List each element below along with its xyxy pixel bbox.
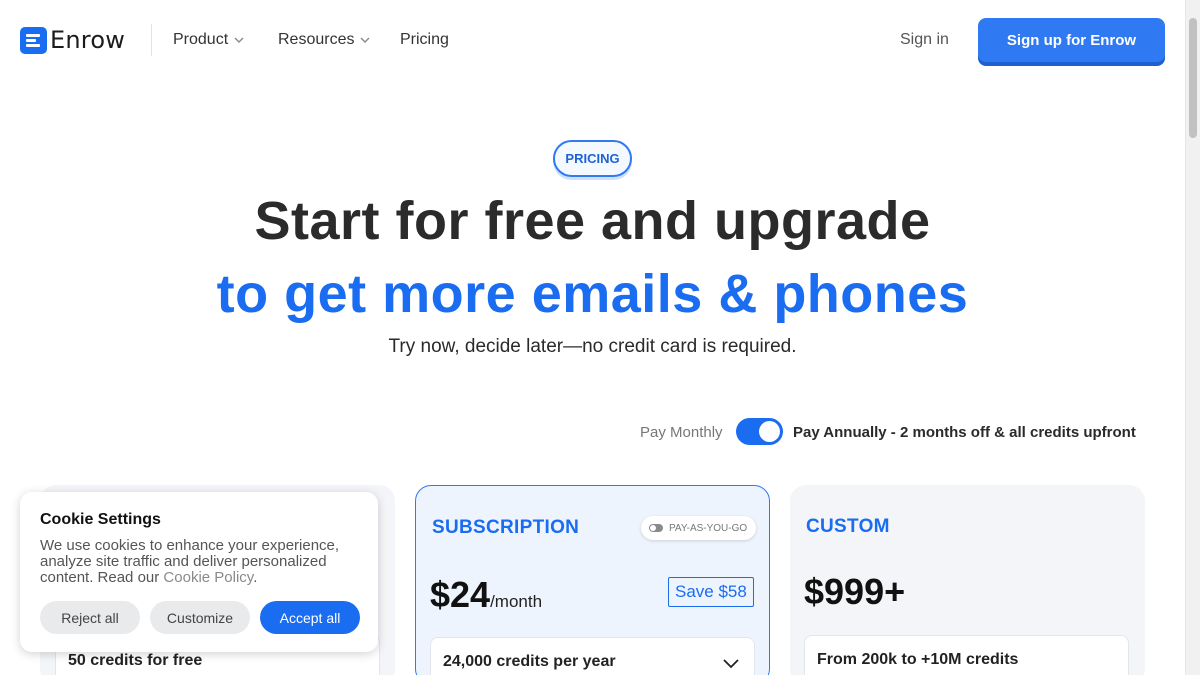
nav-resources-label: Resources <box>278 31 355 48</box>
custom-credits-text: From 200k to +10M credits <box>817 651 1019 668</box>
cookie-title: Cookie Settings <box>40 511 161 528</box>
page-scrollbar[interactable] <box>1185 0 1200 675</box>
brand-name: Enrow <box>50 26 126 54</box>
plan-card-custom: CUSTOM $999+ From 200k to +10M credits <box>790 485 1145 675</box>
nav-product-label: Product <box>173 31 229 48</box>
toggle-off-icon <box>649 524 663 532</box>
pay-as-you-go-toggle[interactable]: PAY-AS-YOU-GO <box>641 516 757 540</box>
nav-resources[interactable]: Resources <box>278 31 370 49</box>
chevron-down-icon <box>360 37 370 43</box>
chevron-down-icon <box>723 659 739 669</box>
reject-all-button[interactable]: Reject all <box>40 601 140 634</box>
free-credits-text: 50 credits for free <box>68 652 203 669</box>
custom-price: $999+ <box>804 571 906 612</box>
price-period: /month <box>490 592 543 611</box>
header-divider <box>151 24 152 56</box>
sign-up-button[interactable]: Sign up for Enrow <box>978 18 1165 62</box>
pay-as-you-go-label: PAY-AS-YOU-GO <box>669 522 748 534</box>
price-amount: $24 <box>430 574 491 615</box>
credits-select-value: 24,000 credits per year <box>443 653 616 670</box>
site-header: Enrow Product Resources Pricing Sign in … <box>0 0 1185 82</box>
headline-line-1: Start for free and upgrade <box>254 191 931 251</box>
sign-in-link[interactable]: Sign in <box>900 31 949 49</box>
headline-line-2: to get more emails & phones <box>216 264 969 324</box>
toggle-knob <box>759 421 780 442</box>
cookie-dialog: Cookie Settings We use cookies to enhanc… <box>20 492 378 652</box>
pay-annually-label[interactable]: Pay Annually - 2 months off & all credit… <box>793 424 1136 441</box>
brand-logo[interactable]: Enrow <box>20 26 125 54</box>
nav-pricing-label: Pricing <box>400 31 449 48</box>
scrollbar-thumb[interactable] <box>1189 18 1197 138</box>
pricing-badge: PRICING <box>553 140 632 177</box>
custom-credits-box: From 200k to +10M credits <box>804 635 1129 675</box>
nav-pricing[interactable]: Pricing <box>400 31 449 49</box>
nav-product[interactable]: Product <box>173 31 244 49</box>
cookie-period: . <box>253 569 258 586</box>
cookie-policy-link[interactable]: Cookie Policy <box>163 569 253 586</box>
save-badge: Save $58 <box>668 577 754 607</box>
cookie-text: We use cookies to enhance your experienc… <box>40 538 365 586</box>
subscription-price: $24/month <box>430 574 542 616</box>
plan-card-subscription: SUBSCRIPTION PAY-AS-YOU-GO $24/month Sav… <box>415 485 770 675</box>
custom-title: CUSTOM <box>806 516 890 537</box>
pay-monthly-label[interactable]: Pay Monthly <box>640 424 723 441</box>
enrow-logo-icon <box>20 26 47 54</box>
hero-subtitle: Try now, decide later—no credit card is … <box>388 336 797 357</box>
credits-select[interactable]: 24,000 credits per year <box>430 637 755 675</box>
accept-all-button[interactable]: Accept all <box>260 601 360 634</box>
subscription-title: SUBSCRIPTION <box>432 517 580 538</box>
chevron-down-icon <box>234 37 244 43</box>
customize-button[interactable]: Customize <box>150 601 250 634</box>
billing-toggle[interactable] <box>736 418 783 445</box>
